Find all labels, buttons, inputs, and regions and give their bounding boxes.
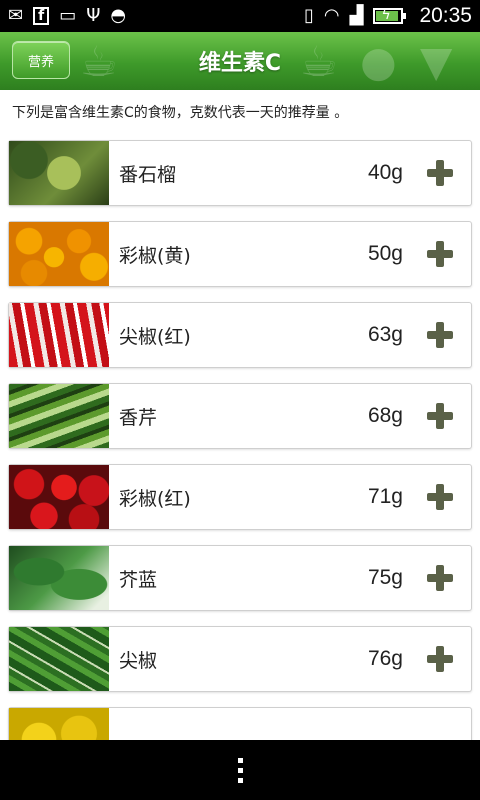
add-icon[interactable] xyxy=(425,239,455,269)
add-icon[interactable] xyxy=(425,644,455,674)
system-icons: ▯ ◠ ▟ ϟ 20:35 xyxy=(304,4,472,28)
food-list: 番石榴 40g 彩椒(黄) 50g 尖椒(红) 63g 香芹 68g 彩椒(红)… xyxy=(8,140,472,788)
list-item[interactable]: 番石榴 40g xyxy=(8,140,472,206)
header-decoration: ▼ xyxy=(420,36,453,86)
vibrate-icon: ▯ xyxy=(303,5,314,26)
wifi-icon: ◠ xyxy=(323,5,340,26)
list-item[interactable]: 彩椒(红) 71g xyxy=(8,464,472,530)
add-icon[interactable] xyxy=(425,482,455,512)
android-icon: ◓ xyxy=(110,5,127,26)
list-item[interactable]: 芥蓝 75g xyxy=(8,545,472,611)
food-name: 尖椒(红) xyxy=(119,325,191,348)
header-decoration: ☕ xyxy=(300,36,338,86)
intro-text: 下列是富含维生素C的食物，克数代表一天的推荐量 。 xyxy=(12,105,349,121)
page-title: 维生素C xyxy=(198,51,282,76)
food-name: 彩椒(红) xyxy=(119,487,191,510)
food-amount: 76g xyxy=(367,647,403,670)
header-decoration: ● xyxy=(360,36,397,86)
food-thumbnail xyxy=(9,384,109,448)
mail-icon: ✉ xyxy=(8,5,24,26)
food-thumbnail xyxy=(9,627,109,691)
header-decoration: ☕ xyxy=(80,36,118,86)
food-name: 芥蓝 xyxy=(119,568,158,591)
food-thumbnail xyxy=(9,303,109,367)
list-item[interactable]: 尖椒(红) 63g xyxy=(8,302,472,368)
add-icon[interactable] xyxy=(425,401,455,431)
notification-icons: ✉ f ▭ Ψ ◓ xyxy=(8,7,126,25)
add-icon[interactable] xyxy=(425,158,455,188)
food-name: 香芹 xyxy=(119,406,158,429)
food-thumbnail xyxy=(9,465,109,529)
food-amount: 50g xyxy=(367,242,403,265)
food-thumbnail xyxy=(9,546,109,610)
usb-icon: Ψ xyxy=(86,5,101,26)
list-item[interactable]: 香芹 68g xyxy=(8,383,472,449)
app-header: ☕ ☕ ● ▼ 营养 维生素C xyxy=(0,32,480,90)
food-amount: 40g xyxy=(367,161,403,184)
food-thumbnail xyxy=(9,141,109,205)
facebook-icon: f xyxy=(33,7,50,25)
food-thumbnail xyxy=(9,222,109,286)
food-name: 彩椒(黄) xyxy=(119,244,191,267)
back-button[interactable]: 营养 xyxy=(12,41,70,79)
food-name: 尖椒 xyxy=(119,649,158,672)
food-amount: 71g xyxy=(367,485,403,508)
list-item[interactable]: 尖椒 76g xyxy=(8,626,472,692)
navigation-bar xyxy=(0,740,480,800)
list-item[interactable]: 彩椒(黄) 50g xyxy=(8,221,472,287)
food-amount: 75g xyxy=(367,566,403,589)
food-amount: 68g xyxy=(367,404,403,427)
food-name: 番石榴 xyxy=(119,163,177,186)
battery-icon: ϟ xyxy=(373,7,407,24)
clock: 20:35 xyxy=(419,4,472,27)
add-icon[interactable] xyxy=(425,563,455,593)
add-icon[interactable] xyxy=(425,320,455,350)
status-bar: ✉ f ▭ Ψ ◓ ▯ ◠ ▟ ϟ 20:35 xyxy=(0,0,480,32)
message-icon: ▭ xyxy=(59,5,77,26)
food-amount: 63g xyxy=(367,323,403,346)
signal-icon: ▟ xyxy=(349,5,364,26)
menu-icon[interactable] xyxy=(237,757,243,783)
